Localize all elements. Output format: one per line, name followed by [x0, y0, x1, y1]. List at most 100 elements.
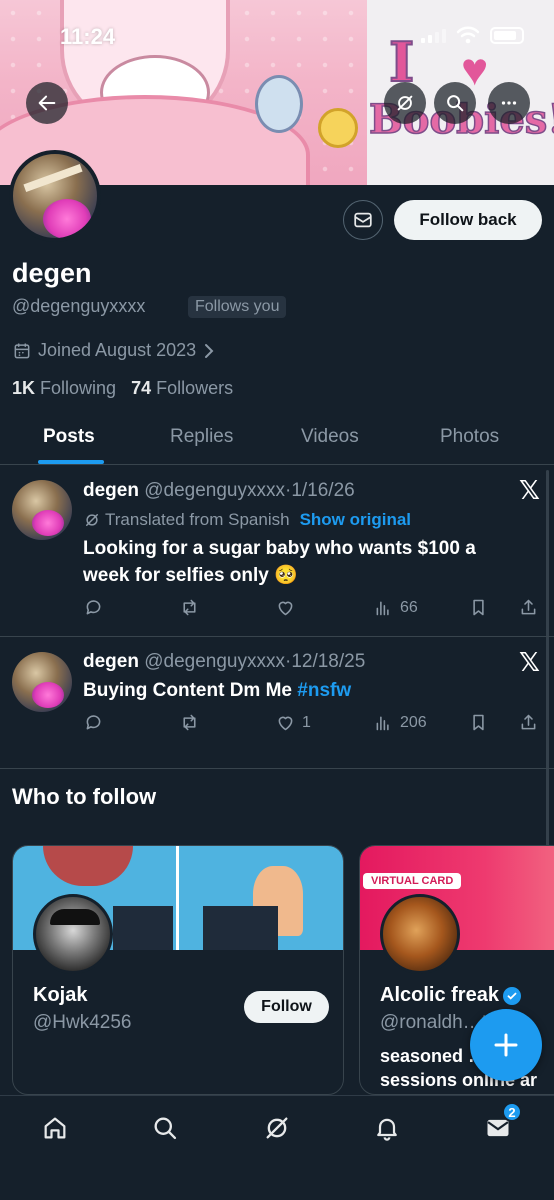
show-original-link[interactable]: Show original — [300, 510, 411, 530]
bookmark-icon — [473, 714, 484, 731]
follow-counts: 1K Following 74 Followers — [12, 378, 233, 399]
post[interactable]: degen @degenguyxxxx·1/16/26 𝕏 Translated… — [0, 465, 554, 637]
back-button[interactable] — [26, 82, 68, 124]
post-author-name[interactable]: degen — [83, 480, 139, 501]
nav-messages[interactable]: 2 — [478, 1102, 522, 1148]
repost-icon — [183, 599, 196, 616]
post-text-body: Buying Content Dm Me — [83, 680, 298, 701]
chevron-right-icon — [205, 343, 214, 358]
like-count: 1 — [302, 713, 311, 731]
wifi-icon — [456, 26, 480, 44]
follow-back-button[interactable]: Follow back — [394, 200, 542, 240]
status-time: 11:24 — [60, 24, 116, 49]
view-count: 206 — [400, 713, 427, 731]
card-avatar[interactable] — [33, 894, 113, 974]
post-header: degen @degenguyxxxx·1/16/26 — [83, 480, 355, 501]
card-name-text: Kojak — [33, 984, 88, 1006]
bookmark-button[interactable] — [468, 597, 489, 618]
profile-tabs: Posts Replies Videos Photos — [0, 418, 554, 465]
followers-count: 74 — [131, 378, 152, 398]
grok-icon — [397, 95, 413, 111]
translation-note: Translated from Spanish Show original — [83, 510, 411, 530]
heart-icon — [278, 601, 293, 616]
reply-icon — [86, 600, 101, 615]
reply-button[interactable] — [83, 597, 104, 618]
bell-icon — [377, 1118, 397, 1141]
tab-replies[interactable]: Replies — [170, 426, 233, 448]
views-button[interactable]: 206 — [373, 712, 427, 733]
like-button[interactable]: 1 — [275, 712, 311, 733]
share-button[interactable] — [518, 712, 539, 733]
translated-label: Translated from Spanish — [105, 510, 290, 529]
more-options-button[interactable] — [488, 82, 530, 124]
grok-icon — [266, 1117, 288, 1139]
views-button[interactable]: 66 — [373, 597, 418, 618]
search-icon — [154, 1117, 177, 1140]
analytics-icon — [376, 601, 389, 616]
analytics-icon — [376, 716, 389, 731]
status-icons — [421, 26, 524, 44]
post-avatar[interactable] — [12, 652, 72, 712]
card-avatar[interactable] — [380, 894, 460, 974]
repost-icon — [183, 714, 196, 731]
reply-icon — [86, 715, 101, 730]
card-name-text: Alcolic freak — [380, 984, 499, 1006]
grok-button[interactable] — [384, 82, 426, 124]
profile-avatar[interactable] — [9, 150, 101, 242]
card-name: Kojak — [33, 984, 87, 1007]
follow-suggestion-card[interactable]: Kojak @Hwk4256 Follow — [12, 845, 344, 1095]
plus-icon — [494, 1033, 518, 1057]
reply-button[interactable] — [83, 712, 104, 733]
following-count: 1K — [12, 378, 36, 398]
tab-videos[interactable]: Videos — [301, 426, 359, 448]
followers-link[interactable]: 74 Followers — [131, 378, 233, 398]
post-date: 1/16/26 — [291, 480, 355, 501]
following-label: Following — [40, 378, 117, 398]
tab-posts[interactable]: Posts — [43, 426, 95, 448]
message-button[interactable] — [343, 200, 383, 240]
who-to-follow-title: Who to follow — [12, 784, 157, 809]
post-text: Buying Content Dm Me #nsfw — [83, 677, 523, 704]
followers-label: Followers — [156, 378, 234, 398]
post-header: degen @degenguyxxxx·12/18/25 — [83, 651, 366, 672]
bookmark-button[interactable] — [468, 712, 489, 733]
post-date: 12/18/25 — [291, 651, 366, 672]
grok-icon — [86, 514, 98, 526]
hashtag-link[interactable]: #nsfw — [297, 680, 351, 701]
home-icon — [44, 1117, 66, 1139]
follow-button[interactable]: Follow — [244, 991, 329, 1023]
tab-photos[interactable]: Photos — [440, 426, 499, 448]
x-logo-icon: 𝕏 — [519, 647, 540, 677]
repost-button[interactable] — [179, 597, 200, 618]
view-count: 66 — [400, 598, 418, 616]
post-author-handle: @degenguyxxxx — [144, 651, 285, 672]
share-icon — [521, 714, 536, 730]
share-button[interactable] — [518, 597, 539, 618]
nav-notifications[interactable] — [367, 1108, 407, 1148]
bookmark-icon — [473, 599, 484, 616]
arrow-left-icon — [38, 95, 56, 111]
post-author-name[interactable]: degen — [83, 651, 139, 672]
post-author-handle: @degenguyxxxx — [144, 480, 285, 501]
following-link[interactable]: 1K Following — [12, 378, 116, 398]
search-button[interactable] — [434, 82, 476, 124]
compose-post-button[interactable] — [470, 1009, 542, 1081]
active-tab-indicator — [38, 460, 104, 464]
follows-you-badge: Follows you — [188, 296, 287, 318]
nav-search[interactable] — [145, 1108, 185, 1148]
post[interactable]: degen @degenguyxxxx·12/18/25 𝕏 Buying Co… — [0, 637, 554, 769]
bottom-navigation: 2 — [0, 1095, 554, 1200]
virtual-card-badge: VIRTUAL CARD — [363, 873, 462, 889]
verified-badge-icon — [502, 986, 521, 1005]
joined-date[interactable]: Joined August 2023 — [12, 340, 216, 361]
cellular-signal-icon — [421, 27, 446, 43]
like-button[interactable] — [275, 597, 296, 618]
nav-home[interactable] — [35, 1108, 75, 1148]
nav-grok[interactable] — [257, 1108, 297, 1148]
post-avatar[interactable] — [12, 480, 72, 540]
post-text: Looking for a sugar baby who wants $100 … — [83, 538, 476, 586]
repost-button[interactable] — [179, 712, 200, 733]
post-actions: 1 206 — [83, 712, 543, 736]
x-logo-icon: 𝕏 — [519, 475, 540, 505]
profile-handle: @degenguyxxxx — [12, 296, 146, 316]
